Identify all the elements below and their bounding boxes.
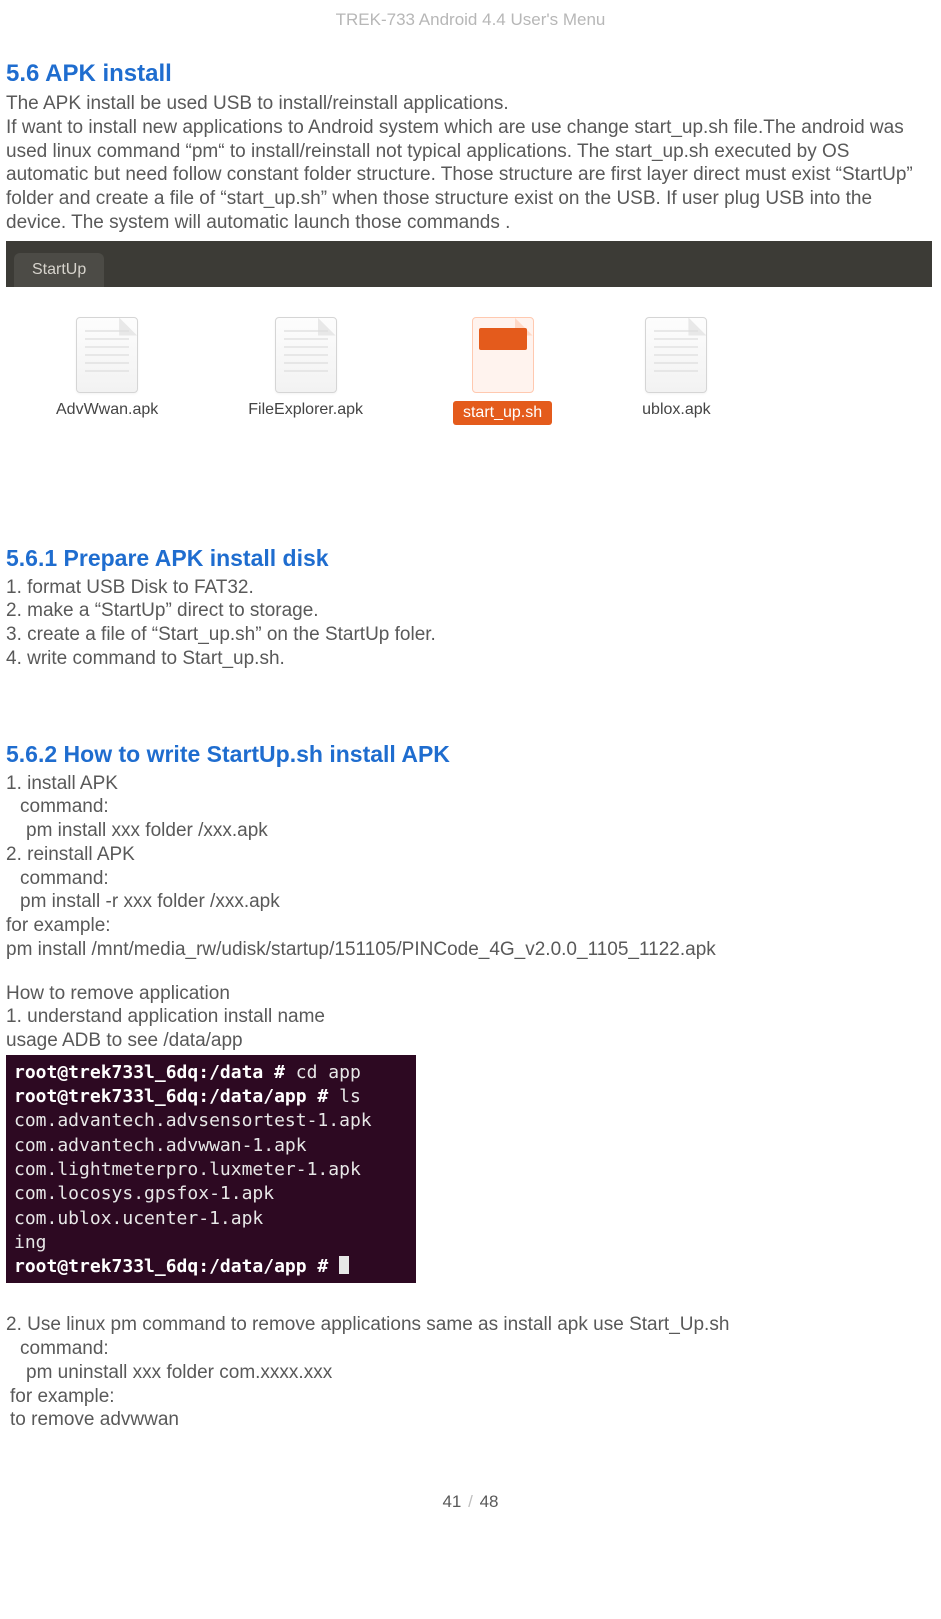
list-line: How to remove application <box>6 982 935 1006</box>
terminal-output: com.advantech.advwwan-1.apk <box>14 1135 307 1156</box>
file-item: ublox.apk <box>642 317 711 419</box>
terminal-command: ls <box>339 1086 361 1107</box>
list-line: 1. install APK <box>6 772 935 796</box>
terminal-output: com.advantech.advsensortest-1.apk <box>14 1110 372 1131</box>
list-line: command: <box>6 795 935 819</box>
terminal-prompt: root@trek733l_6dq:/data/app # <box>14 1086 339 1107</box>
file-label: ublox.apk <box>642 401 711 419</box>
page-number: 41 <box>442 1492 461 1511</box>
tab-startup: StartUp <box>14 253 104 287</box>
list-line: for example: <box>6 914 935 938</box>
file-item: FileExplorer.apk <box>248 317 363 419</box>
page-header: TREK-733 Android 4.4 User's Menu <box>0 10 941 30</box>
list-line: 2. reinstall APK <box>6 843 935 867</box>
list-line: to remove advwwan <box>6 1408 935 1432</box>
page-separator: / <box>466 1492 475 1511</box>
list-line: 1. format USB Disk to FAT32. <box>6 576 935 600</box>
list-line: pm install xxx folder /xxx.apk <box>6 819 935 843</box>
list-line: pm install -r xxx folder /xxx.apk <box>6 890 935 914</box>
list-line: command: <box>6 867 935 891</box>
script-icon <box>472 317 534 393</box>
list-line: 1. understand application install name <box>6 1005 935 1029</box>
file-item: start_up.sh <box>453 317 552 425</box>
terminal-figure: root@trek733l_6dq:/data # cd app root@tr… <box>6 1055 416 1284</box>
document-icon <box>645 317 707 393</box>
paragraph: If want to install new applications to A… <box>6 116 935 235</box>
file-grid: AdvWwan.apk FileExplorer.apk start_up.sh… <box>6 287 932 495</box>
terminal-output: com.ublox.ucenter-1.apk <box>14 1208 263 1229</box>
document-icon <box>275 317 337 393</box>
file-label: AdvWwan.apk <box>56 401 158 419</box>
cursor-icon <box>339 1256 349 1274</box>
list-line: 2. Use linux pm command to remove applic… <box>6 1313 935 1337</box>
tab-bar: StartUp <box>6 241 932 287</box>
file-item: AdvWwan.apk <box>56 317 158 419</box>
page-footer: 41 / 48 <box>0 1492 941 1512</box>
terminal-output: ing <box>14 1232 47 1253</box>
heading-5-6-1: 5.6.1 Prepare APK install disk <box>6 545 935 572</box>
list-line: for example: <box>6 1385 935 1409</box>
page-total: 48 <box>480 1492 499 1511</box>
list-line: 4. write command to Start_up.sh. <box>6 647 935 671</box>
list-line: 3. create a file of “Start_up.sh” on the… <box>6 623 935 647</box>
terminal-output: com.locosys.gpsfox-1.apk <box>14 1183 274 1204</box>
list-line: pm install /mnt/media_rw/udisk/startup/1… <box>6 938 935 962</box>
file-label-selected: start_up.sh <box>453 401 552 425</box>
file-browser-figure: StartUp AdvWwan.apk FileExplorer.apk sta… <box>6 241 932 495</box>
heading-5-6-2: 5.6.2 How to write StartUp.sh install AP… <box>6 741 935 768</box>
file-label: FileExplorer.apk <box>248 401 363 419</box>
paragraph: The APK install be used USB to install/r… <box>6 92 935 116</box>
terminal-prompt: root@trek733l_6dq:/data # <box>14 1062 296 1083</box>
terminal-prompt: root@trek733l_6dq:/data/app # <box>14 1256 339 1277</box>
terminal-command: cd app <box>296 1062 361 1083</box>
list-line: command: <box>6 1337 935 1361</box>
list-line: pm uninstall xxx folder com.xxxx.xxx <box>6 1361 935 1385</box>
terminal-output: com.lightmeterpro.luxmeter-1.apk <box>14 1159 361 1180</box>
heading-5-6: 5.6 APK install <box>6 60 935 88</box>
document-icon <box>76 317 138 393</box>
list-line: 2. make a “StartUp” direct to storage. <box>6 599 935 623</box>
list-line: usage ADB to see /data/app <box>6 1029 935 1053</box>
